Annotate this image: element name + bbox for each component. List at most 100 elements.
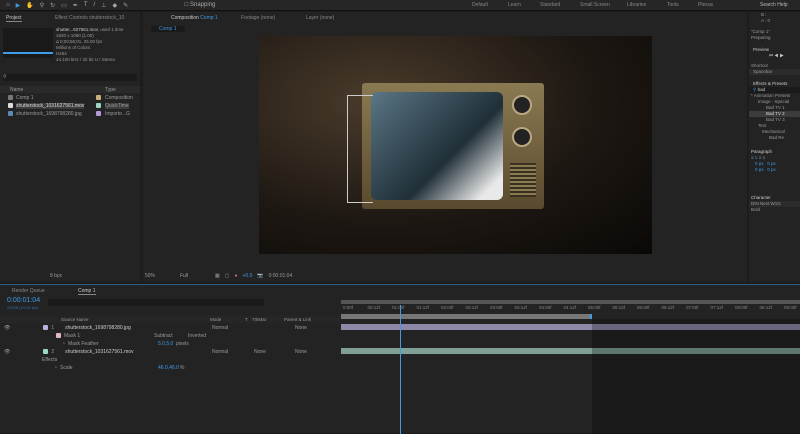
work-area-bar[interactable] bbox=[341, 300, 800, 304]
playhead[interactable] bbox=[400, 305, 401, 434]
ruler-tick-label: 07:00f bbox=[686, 305, 699, 310]
effects-search-value: bad bbox=[757, 87, 766, 92]
workspace-plexus[interactable]: Plexus bbox=[698, 2, 713, 8]
ruler-tick-label: 08:00f bbox=[735, 305, 748, 310]
type-icon[interactable]: T bbox=[84, 2, 88, 8]
bpc-label[interactable]: 8 bpc bbox=[50, 273, 62, 279]
stamp-icon[interactable]: ⊥ bbox=[101, 2, 106, 9]
effects-row[interactable]: Effects bbox=[0, 356, 340, 363]
font-style-dropdown[interactable]: Bold bbox=[749, 207, 800, 213]
project-item-jpg[interactable]: shutterstock_1698798280.jpg Importe...G bbox=[0, 110, 140, 117]
pen-icon[interactable]: ✒ bbox=[73, 2, 78, 9]
project-search-input[interactable]: ⚲ bbox=[3, 74, 137, 81]
space-after[interactable]: 0 px bbox=[767, 167, 776, 172]
tab-effect-controls[interactable]: Effect Controls shutterstock_10 bbox=[55, 15, 124, 21]
tab-footage[interactable]: Footage (none) bbox=[241, 15, 275, 21]
header-source-name[interactable]: Source Name bbox=[61, 317, 89, 322]
snapping-checkbox[interactable]: ☐ Snapping bbox=[184, 2, 215, 8]
mask-path[interactable] bbox=[347, 95, 373, 203]
project-column-headers: Name Type bbox=[0, 86, 140, 93]
visibility-eye-icon[interactable]: 👁 bbox=[4, 349, 10, 355]
brush-icon[interactable]: / bbox=[94, 2, 96, 8]
timeline-frames: 00028 (24.00 fps) bbox=[7, 305, 39, 310]
rotate-icon[interactable]: ↻ bbox=[50, 2, 55, 9]
shortcut-dropdown[interactable]: Spacebar bbox=[749, 69, 800, 75]
mask-row[interactable]: Mask 1 Subtract Inverted bbox=[0, 332, 340, 339]
workspace-tools[interactable]: Tools bbox=[667, 2, 679, 8]
layer-mode-dropdown[interactable]: Normal bbox=[212, 349, 228, 355]
pin-icon[interactable]: ✎ bbox=[123, 2, 128, 9]
mask-visibility-icon[interactable]: ▢ bbox=[225, 273, 230, 279]
work-area-range[interactable] bbox=[341, 314, 592, 319]
home-icon[interactable]: ⌂ bbox=[6, 2, 10, 8]
column-type[interactable]: Type bbox=[105, 87, 116, 93]
project-item-mov[interactable]: shutterstock_1031627561.mov QuickTime bbox=[0, 102, 140, 109]
ruler-tick-label: 09:00f bbox=[784, 305, 797, 310]
snapping-label: Snapping bbox=[189, 2, 216, 8]
mask-feather-value[interactable]: 5.0,5.0 bbox=[158, 341, 173, 347]
tab-composition[interactable]: Composition Comp 1 bbox=[171, 15, 218, 21]
header-t[interactable]: T bbox=[245, 317, 248, 322]
zoom-dropdown[interactable]: 50% bbox=[145, 273, 175, 279]
composition-viewer[interactable] bbox=[259, 36, 652, 254]
ruler-tick-label: 00:12f bbox=[367, 305, 381, 310]
tab-project[interactable]: Project bbox=[6, 15, 22, 22]
camera-icon[interactable]: 📷 bbox=[257, 273, 263, 279]
quality-dropdown[interactable]: Full bbox=[180, 273, 210, 279]
exposure-value[interactable]: +0.0 bbox=[243, 273, 253, 279]
layer-number: 1 bbox=[51, 324, 55, 331]
tab-render-queue[interactable]: Render Queue bbox=[12, 288, 45, 294]
layer-row-1[interactable]: 👁 1 shutterstock_1698798280.jpg Normal N… bbox=[0, 324, 340, 331]
workspace-learn[interactable]: Learn bbox=[508, 2, 521, 8]
eraser-icon[interactable]: ◆ bbox=[112, 2, 117, 9]
mask-feather-row: ◔ Mask Feather 5.0,5.0 pixels bbox=[0, 340, 340, 347]
workspace-standard[interactable]: Standard bbox=[540, 2, 560, 8]
column-name[interactable]: Name bbox=[10, 87, 23, 93]
layer-row-2[interactable]: 👁 2 shutterstock_1031627561.mov Normal N… bbox=[0, 348, 340, 355]
indent-right[interactable]: 0 px bbox=[767, 161, 776, 166]
zoom-icon[interactable]: ⚲ bbox=[40, 2, 44, 9]
scale-label: Scale bbox=[60, 364, 73, 371]
item-name: shutterstock_1698798280.jpg bbox=[16, 110, 82, 117]
header-parent[interactable]: Parent & Link bbox=[284, 317, 311, 322]
info-used: , used 1 time bbox=[97, 27, 124, 32]
rectangle-icon[interactable]: ▭ bbox=[61, 2, 67, 9]
hand-icon[interactable]: ✋ bbox=[26, 2, 33, 9]
header-mode[interactable]: Mode bbox=[210, 317, 221, 322]
comp-subtab[interactable]: Comp 1 bbox=[151, 26, 185, 32]
workspace-libraries[interactable]: Libraries bbox=[627, 2, 646, 8]
tree-bad-re[interactable]: Bad Re bbox=[749, 135, 800, 141]
workspace-small-screen[interactable]: Small Screen bbox=[580, 2, 610, 8]
grid-icon[interactable]: ▦ bbox=[215, 273, 220, 279]
preview-controls[interactable]: ⏮ ◀ ▶ bbox=[749, 53, 800, 59]
workspace-default[interactable]: Default bbox=[472, 2, 488, 8]
layer-mode-dropdown[interactable]: Normal bbox=[212, 325, 228, 331]
ruler-tick-label: 05:12f bbox=[612, 305, 626, 310]
visibility-eye-icon[interactable]: 👁 bbox=[4, 325, 10, 331]
tab-layer[interactable]: Layer (none) bbox=[306, 15, 334, 21]
item-type: QuickTime bbox=[105, 102, 129, 109]
space-before[interactable]: 0 px bbox=[755, 167, 764, 172]
search-help[interactable]: Search Help bbox=[760, 2, 788, 8]
stopwatch-icon[interactable]: ◔ bbox=[62, 341, 65, 347]
header-trkmat[interactable]: TrkMat bbox=[252, 317, 266, 322]
layer-parent-dropdown[interactable]: None bbox=[295, 349, 307, 355]
viewer-timecode[interactable]: 0:00:01:04 bbox=[269, 273, 293, 279]
timeline-timecode[interactable]: 0:00:01:04 bbox=[7, 297, 40, 304]
time-ruler[interactable]: 0:00f 00:12f 01:00f 01:12f 02:00f 02:12f 03:00… bbox=[341, 305, 800, 314]
color-icon[interactable]: ● bbox=[234, 273, 237, 279]
project-item-comp[interactable]: Comp 1 Composition bbox=[0, 94, 140, 101]
selection-icon[interactable]: ▶ bbox=[16, 2, 21, 9]
layer-trkmat-dropdown[interactable]: None bbox=[254, 349, 266, 355]
tab-comp-1[interactable]: Comp 1 bbox=[78, 288, 96, 295]
indent-left[interactable]: 0 px bbox=[755, 161, 764, 166]
timeline-search-input[interactable] bbox=[48, 299, 264, 306]
ruler-tick-label: 05:00f bbox=[588, 305, 601, 310]
scale-value[interactable]: 46.0,46.0 bbox=[158, 365, 179, 371]
layer-parent-dropdown[interactable]: None bbox=[295, 325, 307, 331]
mask-inverted-checkbox[interactable]: Inverted bbox=[188, 333, 206, 339]
ruler-tick-label: 01:12f bbox=[416, 305, 430, 310]
mask-mode-dropdown[interactable]: Subtract bbox=[154, 333, 173, 339]
comp-tab-label: Composition bbox=[171, 15, 199, 21]
stopwatch-icon[interactable]: ◔ bbox=[54, 365, 57, 371]
